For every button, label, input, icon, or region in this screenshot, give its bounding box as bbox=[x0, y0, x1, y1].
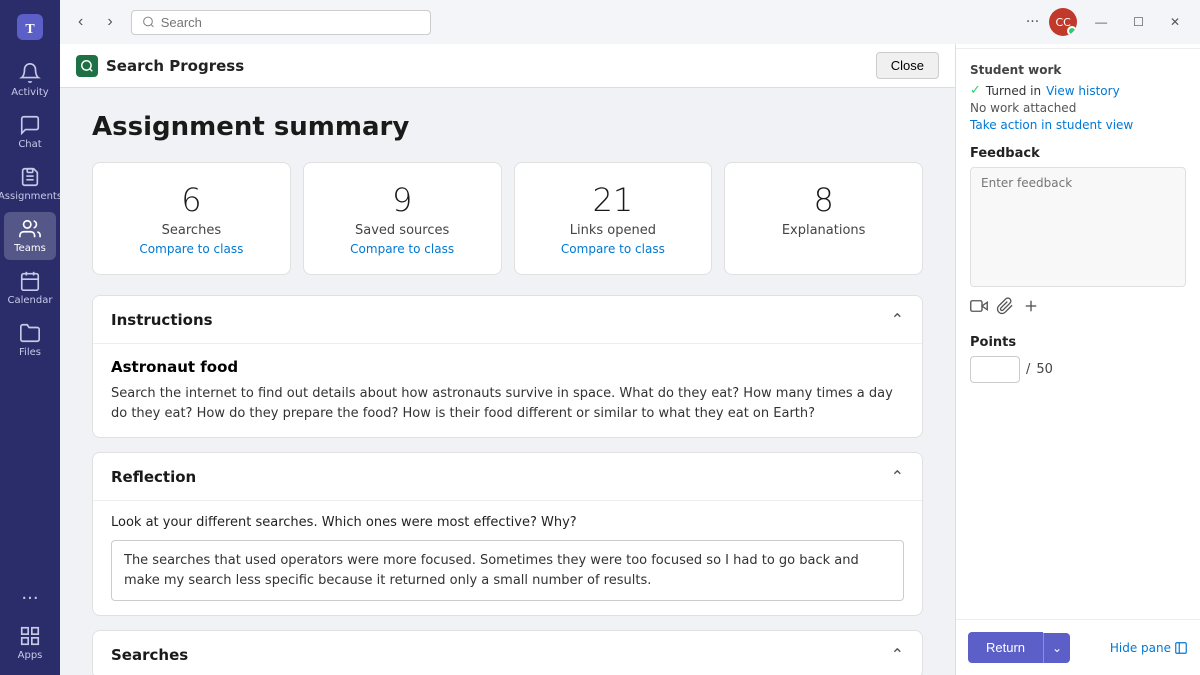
stat-compare-searches[interactable]: Compare to class bbox=[139, 242, 243, 256]
instructions-content: Astronaut food Search the internet to fi… bbox=[93, 343, 922, 437]
turned-in-status: ✓ Turned in View history bbox=[970, 83, 1186, 98]
nav-forward-button[interactable]: › bbox=[101, 9, 118, 35]
sidebar-label-chat: Chat bbox=[18, 139, 41, 150]
searches-title: Searches bbox=[111, 646, 188, 664]
reflection-chevron-icon: ⌃ bbox=[891, 467, 904, 486]
add-tool-icon[interactable] bbox=[1022, 297, 1040, 319]
return-button[interactable]: Return bbox=[968, 632, 1043, 663]
sidebar-label-apps: Apps bbox=[18, 650, 43, 661]
take-action-link[interactable]: Take action in student view bbox=[970, 118, 1186, 132]
content-header-left: Search Progress bbox=[76, 55, 244, 77]
points-label: Points bbox=[970, 335, 1186, 350]
main-content: Assignment summary 6 Searches Compare to… bbox=[60, 88, 955, 675]
stat-number-searches: 6 bbox=[181, 181, 201, 219]
nav-back-button[interactable]: ‹ bbox=[72, 9, 89, 35]
instructions-panel: Instructions ⌃ Astronaut food Search the… bbox=[92, 295, 923, 438]
instructions-header[interactable]: Instructions ⌃ bbox=[93, 296, 922, 343]
right-panel-footer: Return ⌄ Hide pane bbox=[956, 619, 1200, 675]
reflection-answer: The searches that used operators were mo… bbox=[111, 540, 904, 601]
sidebar-item-assignments[interactable]: Assignments bbox=[4, 160, 56, 208]
sidebar-item-files[interactable]: Files bbox=[4, 316, 56, 364]
search-input[interactable] bbox=[161, 15, 420, 30]
feedback-label: Feedback bbox=[970, 146, 1186, 161]
sidebar-teams-logo[interactable]: T bbox=[4, 8, 56, 46]
reflection-header[interactable]: Reflection ⌃ bbox=[93, 453, 922, 500]
more-dots-icon: ··· bbox=[21, 588, 38, 609]
return-button-group: Return ⌄ bbox=[968, 632, 1070, 663]
view-history-link[interactable]: View history bbox=[1046, 84, 1120, 98]
content-header: Search Progress Close bbox=[60, 44, 955, 88]
return-dropdown-button[interactable]: ⌄ bbox=[1043, 633, 1070, 663]
page-title: Assignment summary bbox=[92, 112, 923, 142]
stat-card-searches: 6 Searches Compare to class bbox=[92, 162, 291, 275]
points-separator: / bbox=[1026, 362, 1030, 377]
stat-number-explanations: 8 bbox=[813, 181, 833, 219]
turned-in-text: Turned in bbox=[986, 84, 1041, 98]
points-section: Points / 50 bbox=[970, 335, 1186, 383]
sidebar-label-activity: Activity bbox=[11, 87, 48, 98]
searches-panel: Searches ⌃ bbox=[92, 630, 923, 675]
stat-label-searches: Searches bbox=[162, 223, 221, 238]
search-bar[interactable] bbox=[131, 10, 431, 35]
instruction-heading: Astronaut food bbox=[111, 358, 904, 376]
instruction-body: Search the internet to find out details … bbox=[111, 384, 904, 423]
sidebar-label-teams: Teams bbox=[14, 243, 46, 254]
stat-card-links-opened: 21 Links opened Compare to class bbox=[514, 162, 713, 275]
stat-card-explanations: 8 Explanations bbox=[724, 162, 923, 275]
video-tool-icon[interactable] bbox=[970, 297, 988, 319]
points-row: / 50 bbox=[970, 356, 1186, 383]
sidebar-item-more[interactable]: ··· bbox=[4, 582, 56, 615]
app-title: Search Progress bbox=[106, 57, 244, 75]
sidebar: T Activity Chat Assignments bbox=[0, 0, 60, 675]
sidebar-item-calendar[interactable]: Calendar bbox=[4, 264, 56, 312]
right-panel: ‹ Cline, Christie ⌄ › Student work ✓ Tur… bbox=[955, 0, 1200, 675]
content-area: ‹ › ··· CC — ☐ ✕ bbox=[60, 0, 955, 675]
stat-compare-saved-sources[interactable]: Compare to class bbox=[350, 242, 454, 256]
stat-compare-links-opened[interactable]: Compare to class bbox=[561, 242, 665, 256]
feedback-input[interactable] bbox=[970, 167, 1186, 287]
stat-label-explanations: Explanations bbox=[782, 223, 866, 238]
no-work-text: No work attached bbox=[970, 101, 1186, 115]
sidebar-item-apps[interactable]: Apps bbox=[4, 619, 56, 667]
right-panel-body: Student work ✓ Turned in View history No… bbox=[956, 49, 1200, 619]
attachment-tool-icon[interactable] bbox=[996, 297, 1014, 319]
feedback-toolbar bbox=[970, 291, 1186, 325]
search-icon bbox=[142, 15, 155, 29]
reflection-content: Look at your different searches. Which o… bbox=[93, 500, 922, 615]
points-max: 50 bbox=[1036, 362, 1053, 377]
instructions-title: Instructions bbox=[111, 311, 213, 329]
reflection-title: Reflection bbox=[111, 468, 196, 486]
instructions-chevron-icon: ⌃ bbox=[891, 310, 904, 329]
sidebar-item-activity[interactable]: Activity bbox=[4, 56, 56, 104]
searches-chevron-icon: ⌃ bbox=[891, 645, 904, 664]
close-panel-button[interactable]: Close bbox=[876, 52, 939, 79]
check-icon: ✓ bbox=[970, 83, 981, 98]
stat-number-links-opened: 21 bbox=[593, 181, 634, 219]
searches-header[interactable]: Searches ⌃ bbox=[93, 631, 922, 675]
points-input[interactable] bbox=[970, 356, 1020, 383]
svg-text:T: T bbox=[25, 22, 35, 37]
title-bar: ‹ › ··· CC — ☐ ✕ bbox=[60, 0, 955, 44]
stat-label-links-opened: Links opened bbox=[570, 223, 656, 238]
sidebar-label-files: Files bbox=[19, 347, 41, 358]
reflection-panel: Reflection ⌃ Look at your different sear… bbox=[92, 452, 923, 616]
hide-pane-icon bbox=[1174, 641, 1188, 655]
search-progress-icon bbox=[76, 55, 98, 77]
hide-pane-link[interactable]: Hide pane bbox=[1110, 641, 1188, 655]
stat-card-saved-sources: 9 Saved sources Compare to class bbox=[303, 162, 502, 275]
reflection-question: Look at your different searches. Which o… bbox=[111, 515, 904, 530]
sidebar-item-chat[interactable]: Chat bbox=[4, 108, 56, 156]
student-work-label: Student work bbox=[970, 63, 1186, 77]
stat-label-saved-sources: Saved sources bbox=[355, 223, 449, 238]
stats-row: 6 Searches Compare to class 9 Saved sour… bbox=[92, 162, 923, 275]
stat-number-saved-sources: 9 bbox=[392, 181, 412, 219]
sidebar-item-teams[interactable]: Teams bbox=[4, 212, 56, 260]
sidebar-label-calendar: Calendar bbox=[8, 295, 53, 306]
sidebar-label-assignments: Assignments bbox=[0, 191, 62, 202]
hide-pane-text: Hide pane bbox=[1110, 641, 1171, 655]
title-bar-left: ‹ › bbox=[72, 9, 431, 35]
